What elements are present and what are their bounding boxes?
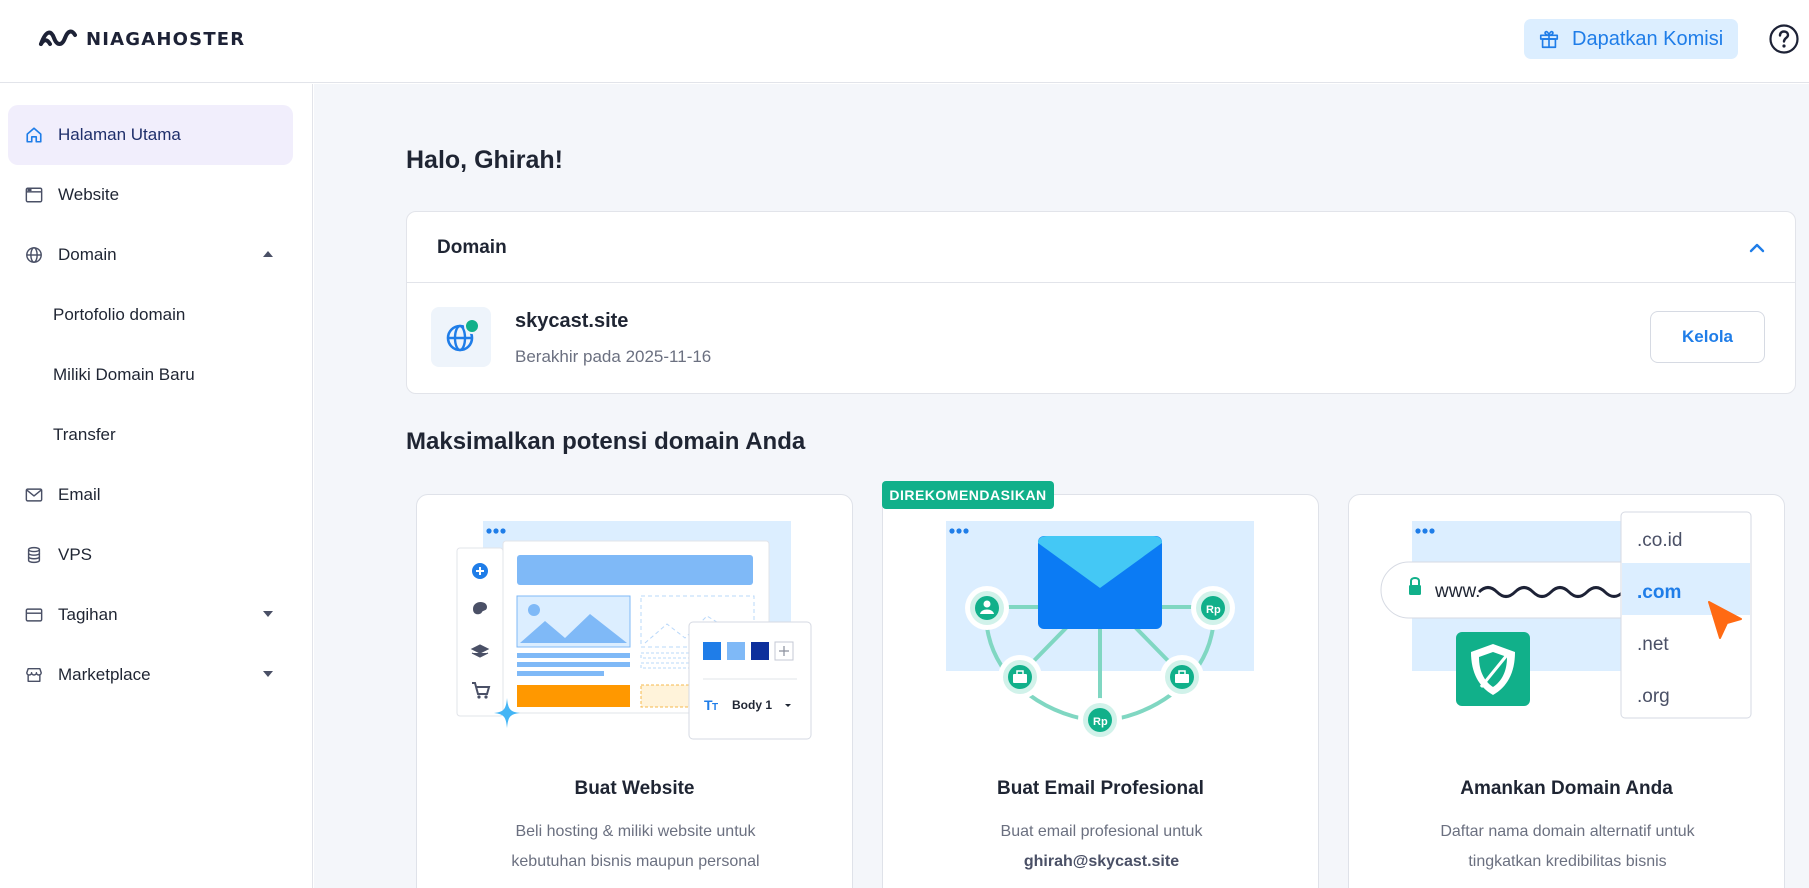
get-commission-button[interactable]: Dapatkan Komisi (1524, 19, 1738, 59)
domain-expiry: Berakhir pada 2025-11-16 (515, 347, 712, 366)
feature-card-title: Buat Website (574, 778, 695, 799)
sidebar-item-label: VPS (58, 545, 93, 564)
feature-card-website[interactable]: T T Body 1 Buat Website Beli hosting & m… (416, 494, 853, 888)
sidebar-item-label: Portofolio domain (53, 305, 186, 324)
recommended-badge: DIREKOMENDASIKAN (882, 481, 1054, 509)
feature-card-title: Buat Email Profesional (997, 778, 1204, 799)
mail-icon (24, 485, 44, 505)
section-title: Maksimalkan potensi domain Anda (406, 428, 806, 455)
help-button[interactable] (1768, 23, 1800, 55)
globe-icon (446, 318, 480, 352)
sidebar-item-vps[interactable]: VPS (8, 525, 293, 585)
sidebar-item-label: Miliki Domain Baru (53, 365, 195, 384)
home-icon (24, 125, 44, 145)
domain-card-title: Domain (437, 237, 507, 258)
collapse-button[interactable] (1745, 236, 1769, 260)
globe-icon (24, 245, 44, 265)
sidebar-item-email[interactable]: Email (8, 465, 293, 525)
font-style-label: Body 1 (732, 698, 772, 712)
tld-option: .com (1637, 582, 1681, 603)
sidebar-item-marketplace[interactable]: Marketplace (8, 645, 293, 705)
sidebar-item-miliki-domain-baru[interactable]: Miliki Domain Baru (8, 345, 293, 405)
domain-security-illustration: www. .co.id .com .net .org (1380, 511, 1752, 719)
logo[interactable]: NIAGAHOSTER (38, 27, 245, 51)
chevron-down-icon (263, 611, 273, 617)
brand-name: NIAGAHOSTER (86, 28, 246, 50)
sidebar-item-domain[interactable]: Domain (8, 225, 293, 285)
sidebar-item-transfer[interactable]: Transfer (8, 405, 293, 465)
domain-card-header[interactable]: Domain (407, 212, 1795, 283)
chevron-down-icon (263, 671, 273, 677)
tld-option: .net (1637, 634, 1669, 655)
storefront-icon (24, 665, 44, 685)
feature-card-desc: Beli hosting & miliki website untuk kebu… (511, 823, 760, 870)
feature-card-email[interactable]: Rp Rp Buat Email Profesional Buat email … (882, 494, 1319, 888)
get-commission-label: Dapatkan Komisi (1572, 27, 1724, 50)
feature-card-desc: Daftar nama domain alternatif untuk ting… (1440, 823, 1695, 870)
sidebar-item-label: Website (58, 185, 120, 204)
svg-text:Rp: Rp (1093, 716, 1108, 728)
sidebar-item-halaman-utama[interactable]: Halaman Utama (8, 105, 293, 165)
svg-text:www.: www. (1434, 581, 1480, 602)
feature-card-title: Amankan Domain Anda (1460, 778, 1673, 799)
domain-name[interactable]: skycast.site (515, 310, 628, 333)
page-title: Halo, Ghirah! (406, 146, 563, 174)
website-builder-illustration: T T Body 1 (456, 521, 812, 740)
sidebar-item-label: Email (58, 485, 101, 504)
feature-card-domain[interactable]: www. .co.id .com .net .org Amankan Domai… (1348, 494, 1785, 888)
sidebar: Halaman Utama Website Domain Portofolio … (0, 84, 313, 888)
credit-card-icon (24, 605, 44, 625)
email-network-illustration: Rp Rp (946, 521, 1254, 742)
svg-text:T: T (712, 702, 718, 713)
tld-option: .co.id (1637, 530, 1682, 551)
niagahoster-logo-icon (39, 29, 77, 46)
svg-text:Rp: Rp (1206, 604, 1221, 616)
domain-status-icon (431, 307, 491, 367)
chevron-up-icon (263, 251, 273, 257)
tld-option: .org (1637, 686, 1670, 707)
sidebar-item-label: Tagihan (58, 605, 118, 624)
sidebar-item-label: Transfer (53, 425, 116, 444)
browser-window-icon (24, 185, 44, 205)
sidebar-item-tagihan[interactable]: Tagihan (8, 585, 293, 645)
sidebar-item-label: Halaman Utama (58, 125, 181, 144)
sidebar-item-label: Marketplace (58, 665, 151, 684)
domain-card: Domain skycast.site Berakhir pada 2025-1… (406, 211, 1796, 394)
sidebar-item-portofolio-domain[interactable]: Portofolio domain (8, 285, 293, 345)
top-bar: NIAGAHOSTER Dapatkan Komisi (0, 0, 1809, 83)
database-icon (24, 545, 44, 565)
chevron-up-icon (1749, 243, 1765, 253)
manage-domain-button[interactable]: Kelola (1650, 311, 1765, 363)
help-circle-icon (1769, 24, 1799, 54)
sidebar-item-website[interactable]: Website (8, 165, 293, 225)
sidebar-item-label: Domain (58, 245, 117, 264)
main-content: Halo, Ghirah! Domain skycast.site Berakh… (314, 84, 1809, 888)
gift-icon (1539, 30, 1559, 49)
feature-card-desc: Buat email profesional untuk ghirah@skyc… (1000, 823, 1203, 870)
